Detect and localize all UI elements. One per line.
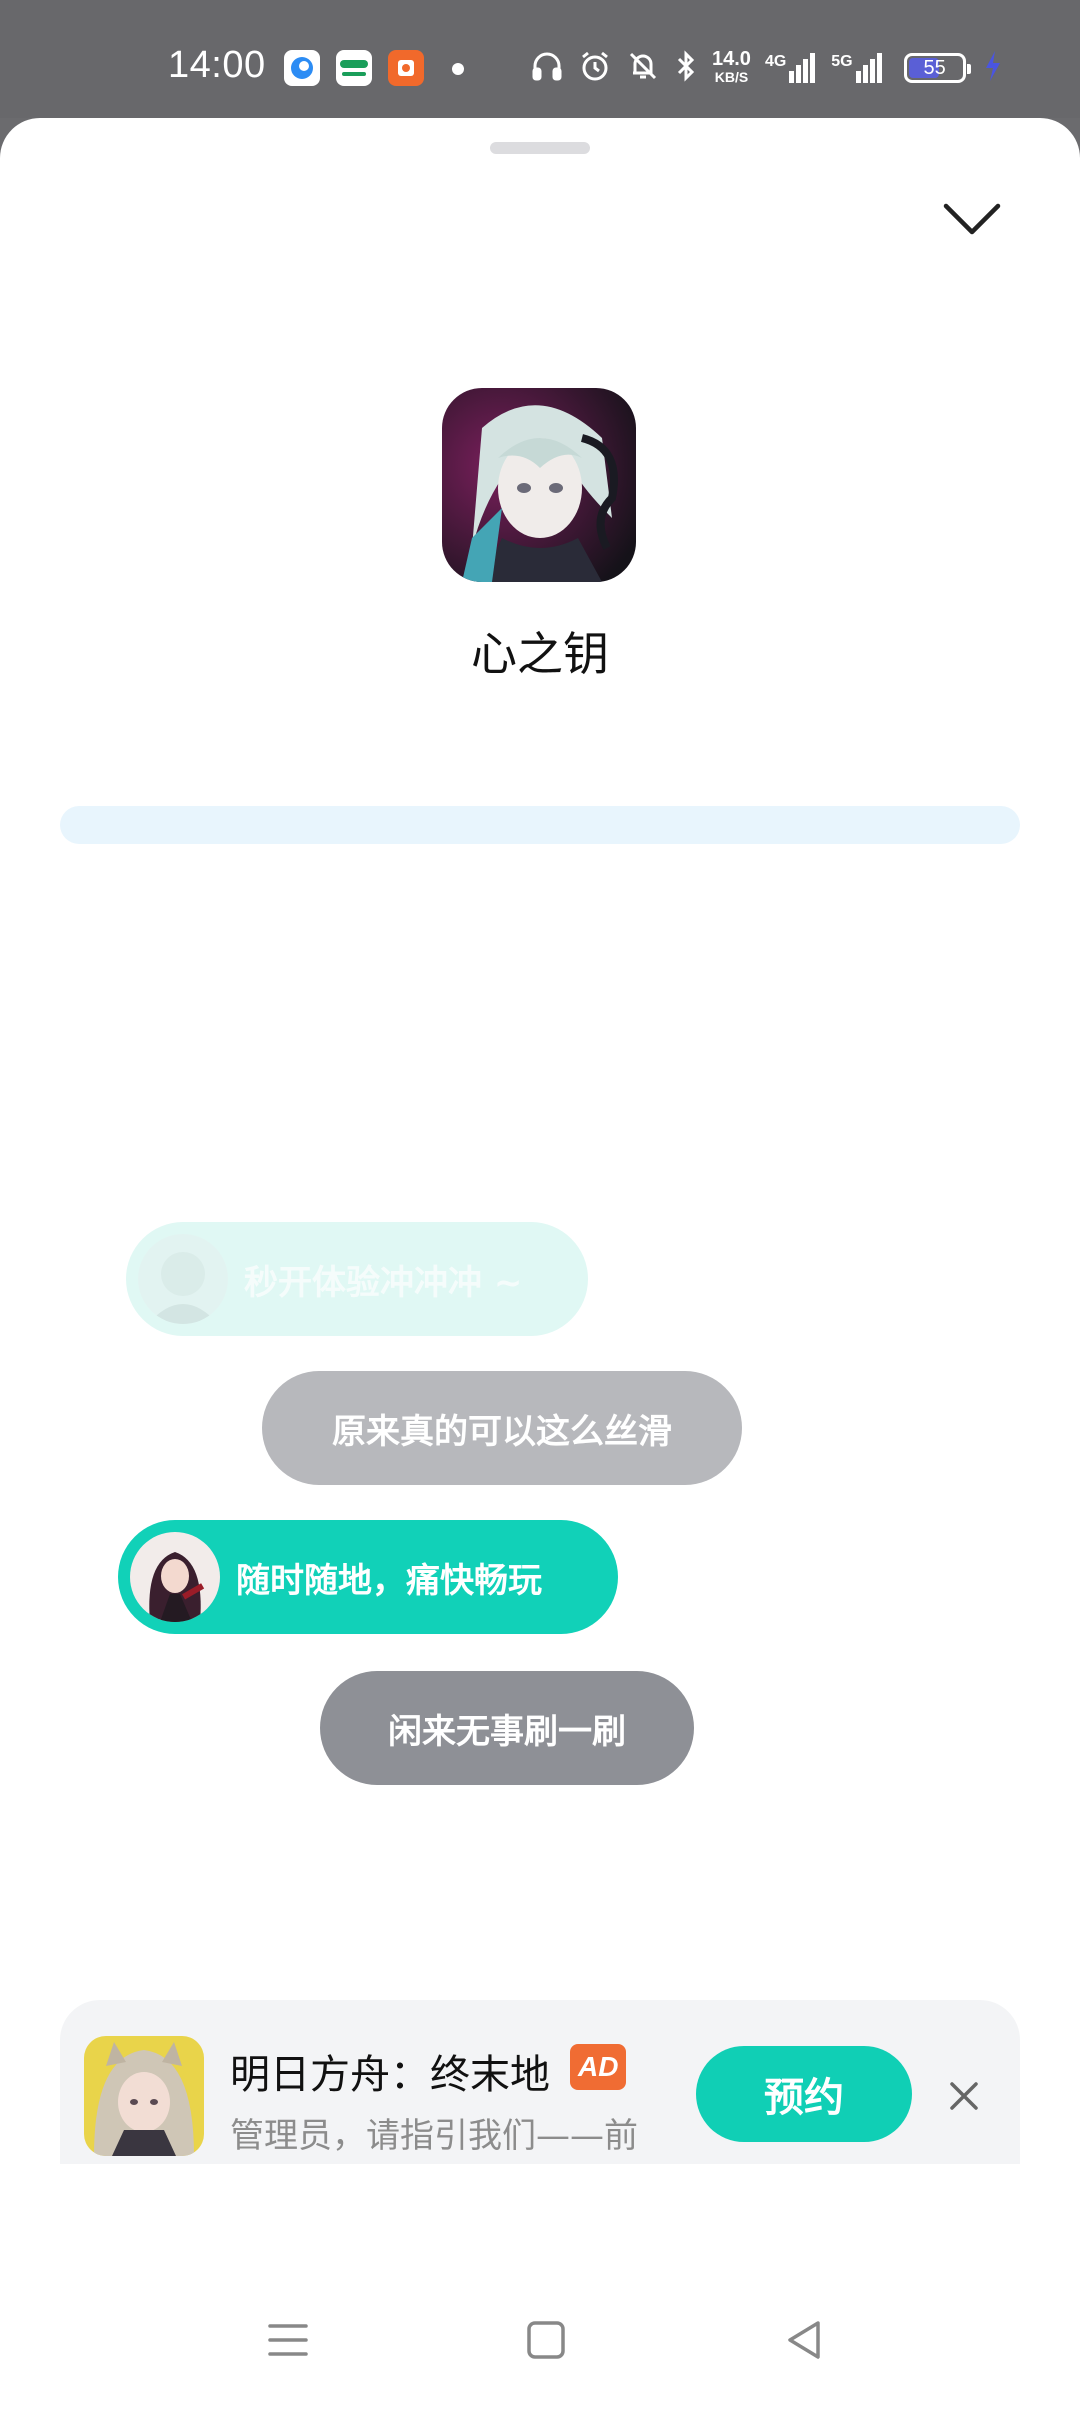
close-icon xyxy=(942,2082,986,2122)
avatar xyxy=(138,1234,228,1324)
bluetooth-icon xyxy=(674,49,698,87)
signal-icon: 4G xyxy=(765,53,817,83)
oppo-app-icon xyxy=(336,50,372,86)
bubble-text: 原来真的可以这么丝滑 xyxy=(332,1411,672,1452)
battery-level: 55 xyxy=(923,56,946,79)
orange-app-icon xyxy=(388,50,424,86)
menu-icon xyxy=(266,2320,310,2364)
avatar xyxy=(130,1532,220,1622)
browser-app-icon xyxy=(284,50,320,86)
app-name: 心之钥 xyxy=(471,627,609,681)
app-icon xyxy=(442,388,636,582)
reserve-button[interactable]: 预约 xyxy=(696,2046,912,2142)
network-speed: 14.0 KB/S xyxy=(712,48,751,85)
collapse-button[interactable] xyxy=(932,182,1012,262)
back-icon xyxy=(784,2319,824,2365)
ad-app-icon[interactable] xyxy=(84,2036,204,2156)
status-bar: 14:00 14.0 KB/S 4G 5G 55 xyxy=(0,0,1080,118)
system-navigation-bar xyxy=(0,2282,1080,2412)
close-ad-button[interactable] xyxy=(942,2074,986,2118)
nav-back-button[interactable] xyxy=(774,2312,834,2372)
bubble-text: 闲来无事刷一刷 xyxy=(388,1711,626,1752)
network-type-4g: 4G xyxy=(764,53,787,70)
ad-subtitle: 管理员，请指引我们——前 xyxy=(230,2116,638,2156)
chevron-down-icon xyxy=(942,202,1002,242)
bubble-text: 随时随地，痛快畅玩 xyxy=(236,1560,542,1601)
notification-dot xyxy=(452,63,464,75)
ad-badge: AD xyxy=(570,2044,627,2090)
message-bubble: 原来真的可以这么丝滑 xyxy=(262,1371,742,1485)
message-bubble: 随时随地，痛快畅玩 xyxy=(118,1520,618,1634)
headphones-icon xyxy=(530,49,564,87)
bubble-text: 秒开体验冲冲冲 ~ xyxy=(244,1262,523,1303)
ad-banner[interactable]: 明日方舟：终末地 AD 管理员，请指引我们——前 预约 xyxy=(60,2000,1020,2164)
charging-icon xyxy=(984,49,1002,87)
network-type-5g: 5G xyxy=(831,53,853,70)
nav-home-button[interactable] xyxy=(516,2312,576,2372)
message-bubble: 闲来无事刷一刷 xyxy=(320,1671,694,1785)
home-icon xyxy=(525,2319,567,2365)
message-bubble: 秒开体验冲冲冲 ~ xyxy=(126,1222,588,1336)
loading-progress-bar xyxy=(60,806,1020,844)
status-time: 14:00 xyxy=(168,44,266,86)
drag-handle[interactable] xyxy=(490,142,590,154)
nav-menu-button[interactable] xyxy=(258,2312,318,2372)
alarm-icon xyxy=(578,49,612,87)
ad-title: 明日方舟：终末地 xyxy=(230,2052,550,2098)
battery-icon: 55 xyxy=(903,53,971,83)
signal-icon-5g: 5G xyxy=(831,53,883,83)
mute-icon xyxy=(626,49,660,87)
